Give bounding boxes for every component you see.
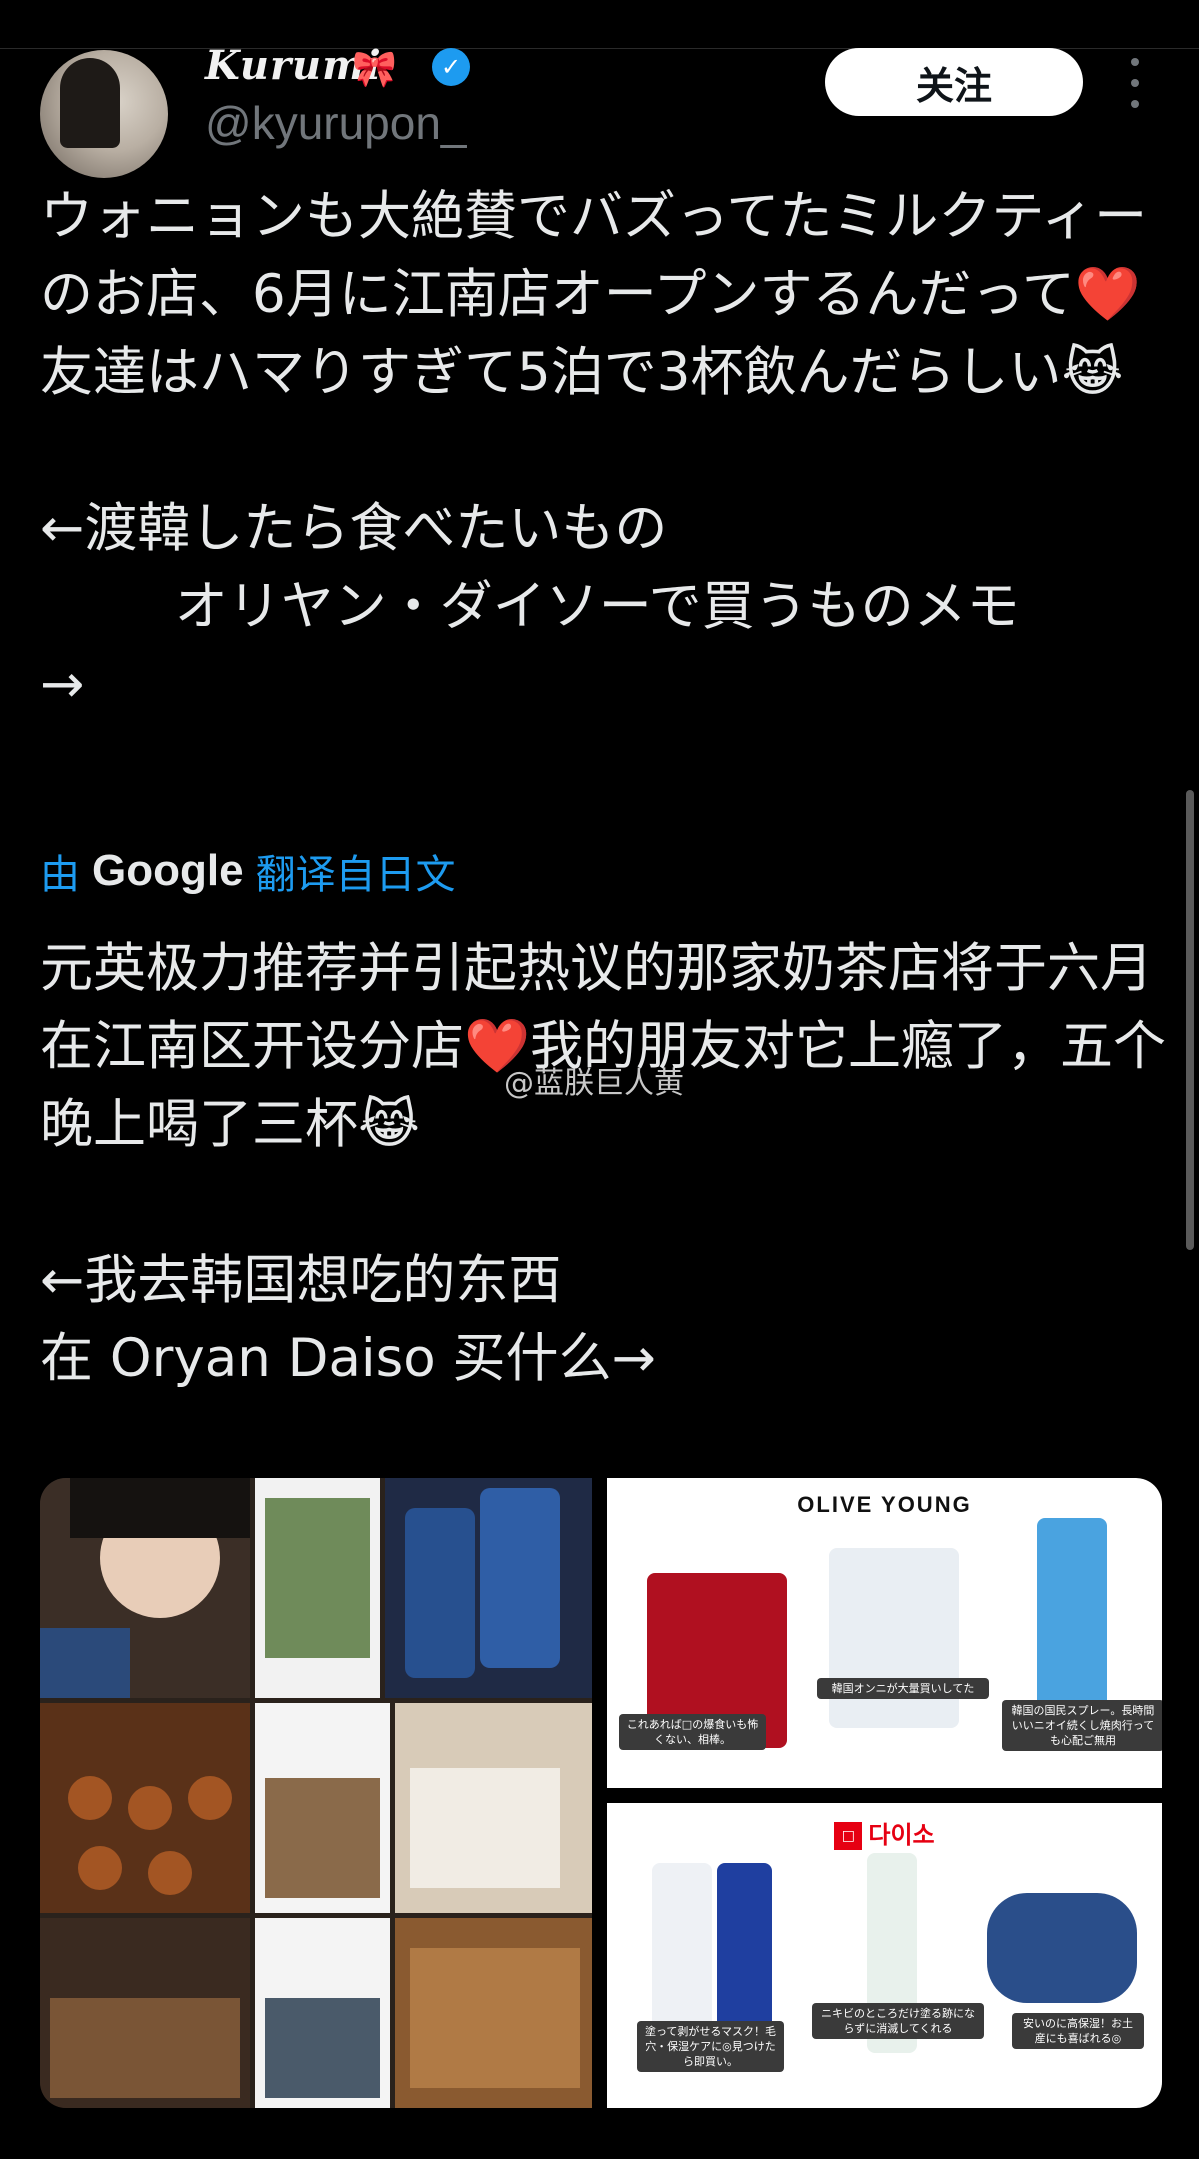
product-image bbox=[829, 1548, 959, 1728]
avatar[interactable] bbox=[40, 50, 168, 178]
google-logo: Google bbox=[92, 846, 244, 895]
product-caption: 韓国の国民スプレー。長時間いいニオイ続くし焼肉行っても心配ご無用 bbox=[1002, 1700, 1162, 1751]
avatar-hair-shape bbox=[60, 58, 120, 148]
product-caption: 塗って剥がせるマスク！毛穴・保湿ケアに◎見つけたら即買い。 bbox=[637, 2021, 784, 2072]
product-caption: 韓国オンニが大量買いしてた bbox=[817, 1678, 989, 1699]
post-header: Kurumi 🎀 ✓ @kyurupon_ 关注 bbox=[0, 42, 1199, 178]
product-image bbox=[1037, 1518, 1107, 1718]
user-handle[interactable]: @kyurupon_ bbox=[205, 96, 467, 150]
watermark: @蓝朕巨人黄 bbox=[504, 1066, 684, 1101]
daiso-card[interactable]: □ 다이소 塗って剥がせるマスク！毛穴・保湿ケアに◎見つけたら即買い。 ニキビのと… bbox=[607, 1803, 1162, 2108]
translate-prefix: 由 bbox=[40, 852, 80, 898]
top-bar bbox=[0, 0, 1199, 49]
photo-collage[interactable] bbox=[40, 1478, 592, 2108]
product-caption: ニキビのところだけ塗る跡にならずに消滅してくれる bbox=[812, 2003, 984, 2039]
product-caption: 安いのに高保湿！お土産にも喜ばれる◎ bbox=[1012, 2013, 1144, 2049]
scrollbar[interactable] bbox=[1186, 790, 1194, 1250]
olive-young-logo: OLIVE YOUNG bbox=[797, 1492, 972, 1517]
product-image bbox=[652, 1863, 712, 2033]
post-text: ウォニョンも大絶賛でバズってたミルクティーのお店、6月に江南店オープンするんだっ… bbox=[40, 186, 1148, 715]
media-grid: OLIVE YOUNG これあれば□の爆食いも怖くない、相棒。 韓国オンニが大量… bbox=[40, 1478, 1162, 2108]
product-image bbox=[987, 1893, 1137, 2003]
more-options-icon[interactable] bbox=[1120, 58, 1150, 108]
olive-young-card[interactable]: OLIVE YOUNG これあれば□の爆食いも怖くない、相棒。 韓国オンニが大量… bbox=[607, 1478, 1162, 1788]
product-caption: これあれば□の爆食いも怖くない、相棒。 bbox=[619, 1714, 766, 1750]
ribbon-bow-icon: 🎀 bbox=[352, 49, 397, 90]
translation-attribution[interactable]: 由 Google 翻译自日文 bbox=[40, 842, 456, 900]
product-image bbox=[717, 1863, 772, 2033]
translate-suffix: 翻译自日文 bbox=[255, 852, 456, 898]
photo-collage-image bbox=[40, 1478, 592, 2108]
follow-button[interactable]: 关注 bbox=[825, 48, 1083, 116]
verified-badge-icon: ✓ bbox=[432, 48, 470, 86]
daiso-logo: □ 다이소 bbox=[607, 1815, 1162, 1850]
translated-text: 元英极力推荐并引起热议的那家奶茶店将于六月在江南区开设分店❤️我的朋友对它上瘾了… bbox=[40, 938, 1166, 1389]
